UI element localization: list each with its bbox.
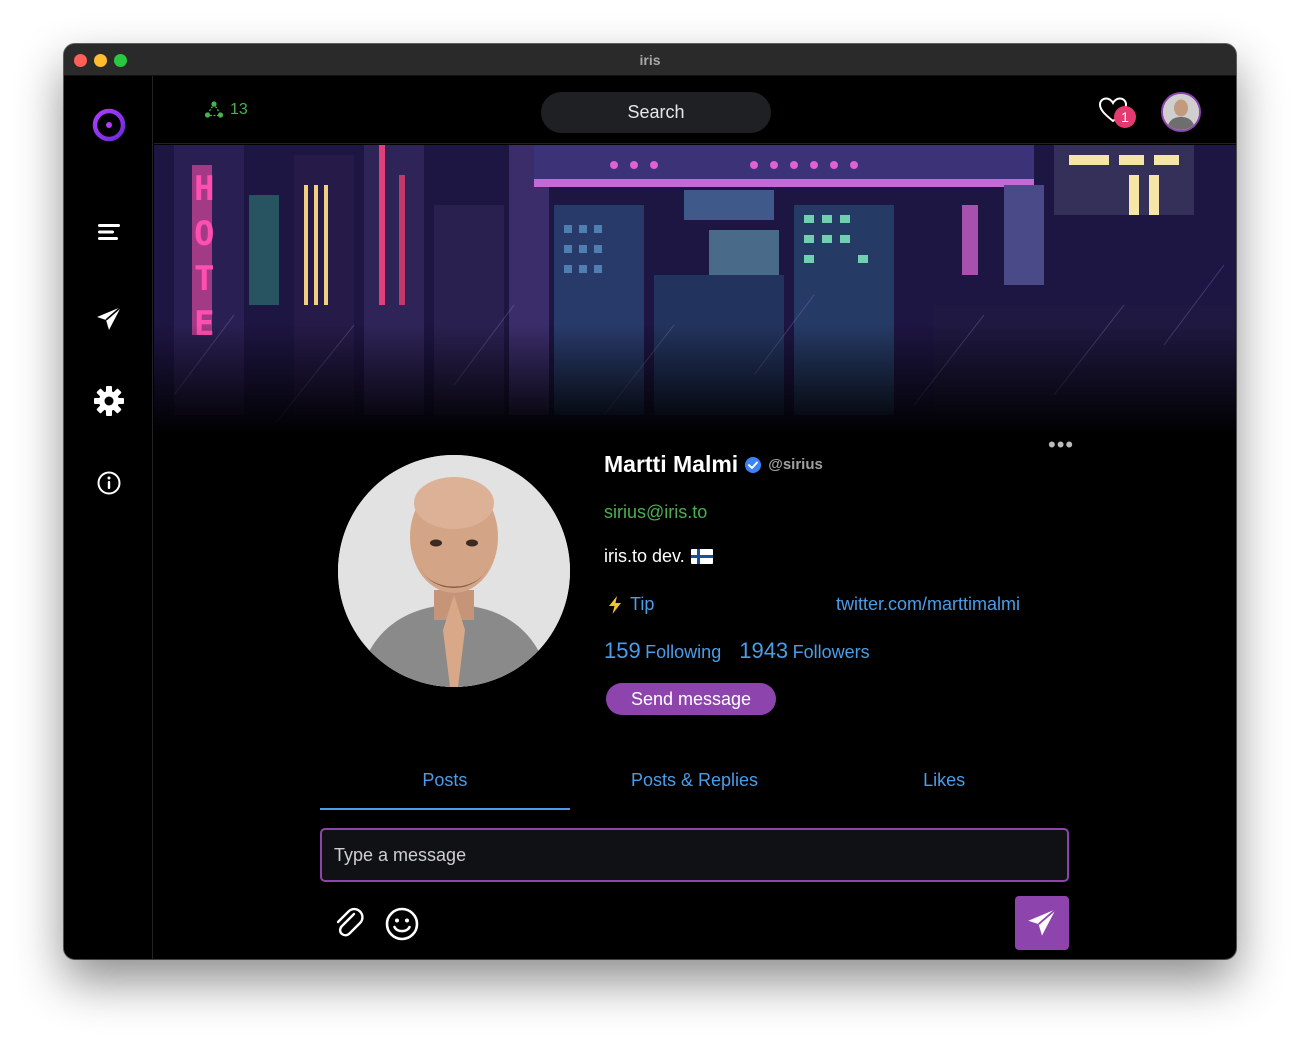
- menu-icon[interactable]: [91, 214, 127, 250]
- tip-label: Tip: [630, 594, 655, 614]
- lightning-icon: [609, 595, 621, 614]
- paper-plane-icon: [1028, 908, 1057, 936]
- window-title: iris: [639, 52, 661, 68]
- info-icon[interactable]: [91, 465, 127, 501]
- follow-stats: 159 Following 1943 Followers: [604, 638, 870, 664]
- tab-label: Likes: [923, 770, 966, 790]
- svg-text:H: H: [194, 169, 214, 209]
- message-input[interactable]: Type a message: [320, 828, 1069, 882]
- profile-picture[interactable]: [338, 455, 570, 687]
- followers-label: Followers: [792, 642, 870, 662]
- send-button[interactable]: [1015, 896, 1069, 950]
- profile-tabs: Posts Posts & Replies Likes: [320, 762, 1069, 810]
- notifications-button[interactable]: 1: [1098, 94, 1138, 134]
- profile-name: Martti Malmi: [604, 451, 739, 477]
- peer-count-value: 13: [230, 101, 248, 118]
- peers-icon: [204, 101, 224, 118]
- followers-count: 1943: [739, 638, 789, 663]
- profile-banner: H O T E: [154, 145, 1236, 435]
- tab-label: Posts: [422, 770, 468, 790]
- followers-link[interactable]: 1943 Followers: [739, 638, 869, 664]
- paper-plane-icon[interactable]: [91, 301, 127, 337]
- about-text: iris.to dev.: [604, 546, 685, 566]
- website-link[interactable]: twitter.com/marttimalmi: [836, 594, 1020, 615]
- following-link[interactable]: 159 Following: [604, 638, 721, 664]
- tip-link[interactable]: Tip: [606, 594, 654, 615]
- paperclip-icon: [336, 907, 364, 937]
- top-bar: 13 Search 1: [154, 76, 1236, 144]
- app-window: iris 13 Search 1 H O T E Martti Malmi @s…: [64, 44, 1236, 959]
- title-bar: iris: [64, 44, 1236, 76]
- smiley-icon: [385, 907, 419, 941]
- search-button[interactable]: Search: [541, 92, 771, 133]
- attach-button[interactable]: [330, 905, 366, 941]
- tab-label: Posts & Replies: [630, 770, 759, 790]
- send-message-label: Send message: [630, 688, 752, 709]
- tab-likes[interactable]: Likes: [819, 762, 1069, 810]
- tab-posts-replies[interactable]: Posts & Replies: [570, 762, 820, 810]
- tab-posts[interactable]: Posts: [320, 762, 570, 810]
- svg-text:T: T: [194, 259, 214, 299]
- finland-flag-icon: [690, 549, 713, 564]
- gear-icon[interactable]: [91, 383, 127, 419]
- notification-badge: 1: [1114, 106, 1136, 128]
- sidebar: [64, 76, 153, 959]
- user-avatar[interactable]: [1161, 92, 1201, 132]
- verified-badge-icon: [745, 456, 762, 473]
- following-count: 159: [604, 638, 641, 663]
- profile-name-row: Martti Malmi @sirius: [604, 451, 823, 478]
- send-message-button[interactable]: Send message: [606, 683, 776, 715]
- peer-count[interactable]: 13: [204, 100, 248, 120]
- emoji-button[interactable]: [384, 906, 420, 942]
- message-placeholder: Type a message: [334, 844, 467, 865]
- banner-fade: [154, 325, 1236, 435]
- svg-text:O: O: [194, 214, 214, 254]
- profile-about: iris.to dev.: [604, 546, 713, 567]
- more-options-button[interactable]: •••: [1048, 432, 1074, 458]
- nip05-address: sirius@iris.to: [604, 502, 708, 522]
- following-label: Following: [645, 642, 722, 662]
- search-label: Search: [627, 102, 685, 122]
- profile-handle: @sirius: [768, 456, 823, 473]
- iris-logo-icon[interactable]: [91, 107, 127, 143]
